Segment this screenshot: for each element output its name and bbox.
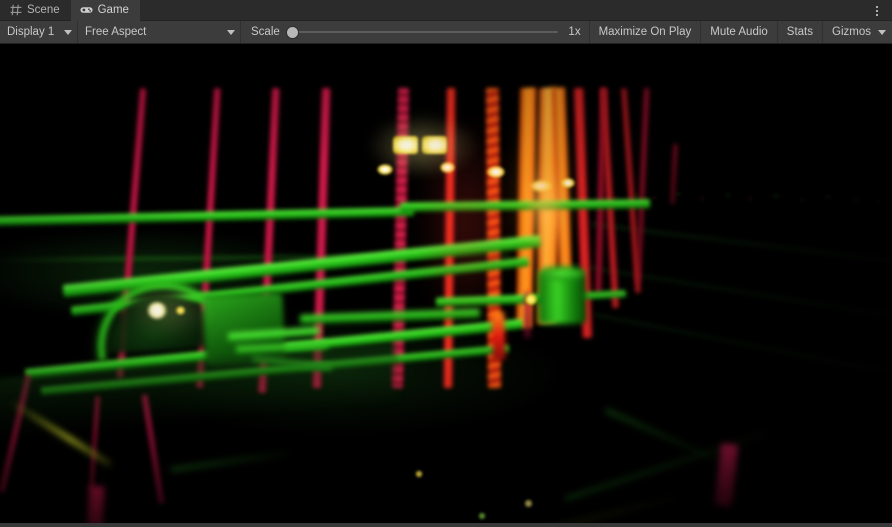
scale-slider[interactable] [286, 25, 558, 39]
menu-dot [876, 5, 878, 8]
scale-label: Scale [251, 26, 280, 38]
grid-icon [9, 3, 22, 16]
spark-dot [524, 499, 533, 508]
joint-spark [377, 164, 393, 175]
maximize-on-play-button[interactable]: Maximize On Play [590, 21, 702, 43]
tab-scene-label: Scene [27, 3, 60, 16]
menu-dot [876, 9, 878, 12]
aspect-ratio-label: Free Aspect [85, 26, 147, 38]
maximize-on-play-label: Maximize On Play [598, 26, 692, 38]
game-render-canvas [0, 44, 892, 523]
game-view-toolbar: Display 1 Free Aspect Scale 1x Maximize … [0, 21, 892, 44]
stats-label: Stats [786, 26, 814, 38]
spark-dot [415, 470, 423, 478]
scale-slider-knob[interactable] [286, 26, 298, 38]
tab-scene[interactable]: Scene [0, 0, 71, 20]
tube-bloom-core [524, 164, 568, 254]
display-dropdown-label: Display 1 [7, 26, 55, 38]
tab-game-label: Game [97, 3, 129, 16]
chevron-down-icon [878, 29, 886, 35]
gizmos-label: Gizmos [832, 26, 871, 38]
scene-layer-bloom [0, 44, 892, 523]
more-vertical-icon[interactable] [870, 3, 884, 18]
spark-dot [478, 512, 486, 520]
tab-game[interactable]: Game [70, 0, 141, 21]
game-viewport[interactable] [0, 44, 892, 527]
aspect-ratio-dropdown[interactable]: Free Aspect [78, 21, 241, 43]
mute-audio-label: Mute Audio [710, 26, 768, 38]
scale-control: Scale 1x [241, 21, 590, 43]
game-view-window: Scene Game Display 1 Free Aspect Scale 1… [0, 0, 892, 527]
chevron-down-icon [227, 29, 235, 35]
menu-dot [876, 13, 878, 16]
headlamp-bloom [122, 282, 214, 338]
tab-bar: Scene Game [0, 0, 892, 21]
scale-value: 1x [568, 26, 581, 38]
display-dropdown[interactable]: Display 1 [0, 21, 78, 43]
scale-slider-track [286, 31, 558, 33]
chevron-down-icon [64, 29, 72, 35]
gamepad-icon [80, 3, 93, 16]
pole-bloom [400, 88, 530, 388]
gizmos-button[interactable]: Gizmos [823, 21, 892, 43]
mute-audio-button[interactable]: Mute Audio [701, 21, 778, 43]
stats-button[interactable]: Stats [778, 21, 824, 43]
